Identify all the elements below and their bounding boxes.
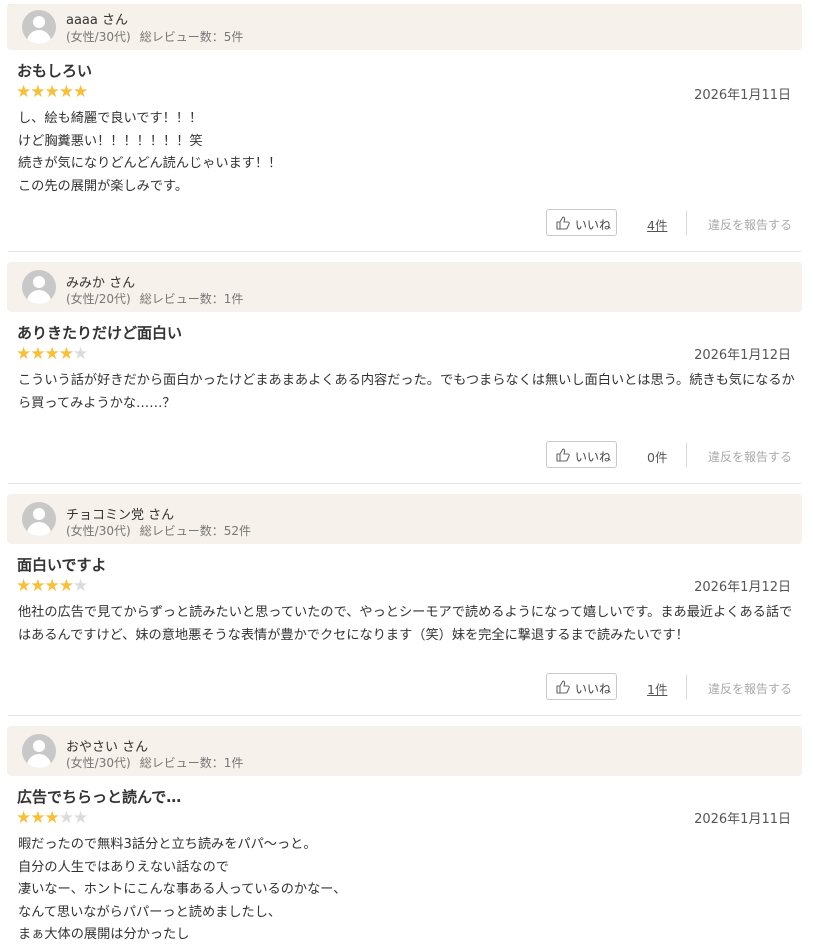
reviewer-review-count: 総レビュー数：52件 — [139, 524, 251, 538]
star-filled-icon: ★ — [44, 344, 60, 364]
reviewer-review-count: 総レビュー数：1件 — [139, 292, 244, 306]
review-body: こういう話が好きだから面白かったけどまあまあよくある内容だった。でもつまらなくは… — [18, 373, 795, 411]
star-filled-icon: ★ — [44, 576, 60, 596]
reviewer-review-count: 総レビュー数：1件 — [139, 756, 244, 770]
reviewer-name: おやさい さん — [66, 740, 149, 755]
star-filled-icon: ★ — [16, 82, 31, 102]
reviewer-header: aaaa さん (女性/30代) 総レビュー数：5件 — [7, 4, 802, 50]
reviewer-gender-age: (女性/30代) — [66, 30, 131, 44]
reviewer-gender-age: (女性/30代) — [66, 756, 131, 770]
reviewer-header: みみか さん (女性/20代) 総レビュー数：1件 — [7, 262, 802, 312]
star-rating: ★★★★★ — [16, 82, 88, 102]
like-count-link[interactable]: 1件 — [647, 679, 667, 698]
review-item: チョコミン党 さん (女性/30代) 総レビュー数：52件 面白いですよ ★★★★… — [0, 494, 813, 715]
like-count: 0件 — [647, 450, 668, 465]
reviewer-meta: (女性/30代) 総レビュー数：5件 — [66, 28, 252, 45]
reviewer-name: みみか さん — [66, 276, 136, 291]
star-rating: ★★★★★ — [16, 576, 88, 596]
review-divider — [8, 251, 801, 252]
star-filled-icon: ★ — [58, 576, 74, 596]
review-date: 2026年1月11日 — [694, 812, 791, 827]
avatar-icon — [22, 734, 56, 768]
review-title: ありきたりだけど面白い — [17, 324, 183, 342]
review-date: 2026年1月12日 — [694, 348, 791, 363]
reviewer-meta: (女性/30代) 総レビュー数：1件 — [66, 754, 252, 771]
review-title: 面白いですよ — [17, 556, 107, 574]
avatar-icon — [22, 502, 56, 536]
star-filled-icon: ★ — [30, 576, 45, 596]
review-divider — [8, 715, 801, 716]
thumbs-up-icon — [556, 448, 570, 462]
like-count-link[interactable]: 4件 — [647, 215, 667, 234]
star-empty-icon: ★ — [73, 344, 88, 364]
star-filled-icon: ★ — [16, 808, 31, 828]
star-filled-icon: ★ — [44, 808, 60, 828]
reviewer-gender-age: (女性/30代) — [66, 524, 131, 538]
reviewer-header: おやさい さん (女性/30代) 総レビュー数：1件 — [7, 726, 802, 776]
star-filled-icon: ★ — [58, 82, 74, 102]
reviewer-meta: (女性/20代) 総レビュー数：1件 — [66, 290, 252, 307]
reviewer-name: チョコミン党 さん — [66, 508, 175, 523]
review-body: し、絵も綺麗で良いです！！！ けど胸糞悪い！！！！！！！笑 続きが気になりどんど… — [18, 111, 282, 194]
reviewer-meta: (女性/30代) 総レビュー数：52件 — [66, 522, 260, 539]
like-button[interactable]: いいね — [546, 441, 617, 468]
like-label: いいね — [575, 682, 612, 696]
reviewer-gender-age: (女性/20代) — [66, 292, 131, 306]
review-date: 2026年1月11日 — [694, 88, 791, 103]
star-filled-icon: ★ — [16, 344, 31, 364]
star-empty-icon: ★ — [58, 808, 74, 828]
review-title: 広告でちらっと読んで… — [17, 788, 182, 806]
avatar-icon — [22, 270, 56, 304]
review-item: みみか さん (女性/20代) 総レビュー数：1件 ありきたりだけど面白い ★★★… — [0, 262, 813, 483]
star-filled-icon: ★ — [30, 82, 45, 102]
star-filled-icon: ★ — [16, 576, 31, 596]
review-divider — [8, 483, 801, 484]
separator — [686, 443, 687, 467]
reviewer-name: aaaa さん — [66, 13, 128, 28]
review-title: おもしろい — [17, 62, 93, 80]
avatar-icon — [22, 10, 56, 44]
report-link[interactable]: 違反を報告する — [708, 216, 792, 233]
separator — [686, 211, 687, 235]
review-item: おやさい さん (女性/30代) 総レビュー数：1件 広告でちらっと読んで… ★★… — [0, 726, 813, 942]
report-link[interactable]: 違反を報告する — [708, 448, 792, 465]
star-filled-icon: ★ — [30, 344, 45, 364]
star-filled-icon: ★ — [30, 808, 45, 828]
review-body: 暇だったので無料3話分と立ち読みをパパ〜っと。 自分の人生ではありえない話なので… — [18, 837, 347, 942]
review-date: 2026年1月12日 — [694, 580, 791, 595]
star-empty-icon: ★ — [73, 576, 88, 596]
like-button[interactable]: いいね — [546, 673, 617, 700]
review-body: 他社の広告で見てからずっと読みたいと思っていたので、やっとシーモアで読めるように… — [18, 605, 793, 643]
star-rating: ★★★★★ — [16, 344, 88, 364]
star-rating: ★★★★★ — [16, 808, 88, 828]
report-link[interactable]: 違反を報告する — [708, 680, 792, 697]
reviewer-header: チョコミン党 さん (女性/30代) 総レビュー数：52件 — [7, 494, 802, 544]
review-item: aaaa さん (女性/30代) 総レビュー数：5件 おもしろい ★★★★★ 20… — [0, 4, 813, 251]
star-filled-icon: ★ — [73, 82, 88, 102]
reviewer-review-count: 総レビュー数：5件 — [139, 30, 244, 44]
star-empty-icon: ★ — [73, 808, 88, 828]
like-label: いいね — [575, 218, 612, 232]
thumbs-up-icon — [556, 216, 570, 230]
like-button[interactable]: いいね — [546, 209, 617, 236]
separator — [686, 675, 687, 699]
star-filled-icon: ★ — [58, 344, 74, 364]
star-filled-icon: ★ — [44, 82, 60, 102]
like-label: いいね — [575, 450, 612, 464]
thumbs-up-icon — [556, 680, 570, 694]
